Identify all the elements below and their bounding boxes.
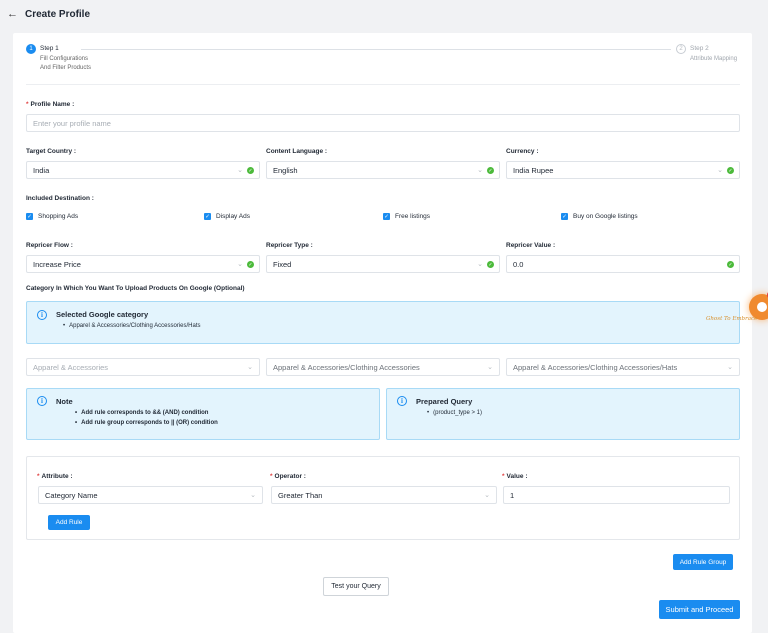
target-country-select[interactable]: India ⌄ ✓ bbox=[26, 161, 260, 179]
page-title: Create Profile bbox=[25, 8, 91, 20]
checkbox-checked-icon[interactable]: ✓ bbox=[204, 213, 211, 220]
info-icon: i bbox=[37, 310, 47, 320]
target-country-label: Target Country : bbox=[26, 148, 77, 155]
add-rule-button[interactable]: Add Rule bbox=[48, 515, 90, 530]
step-1-title: Step 1 bbox=[40, 45, 59, 52]
chevron-down-icon: ⌄ bbox=[484, 492, 490, 499]
destination-free-listings[interactable]: ✓ Free listings bbox=[383, 213, 430, 220]
back-arrow-icon[interactable]: ← bbox=[7, 8, 18, 20]
category-level-1-select[interactable]: Apparel & Accessories ⌄ bbox=[26, 358, 260, 376]
category-level-3-select[interactable]: Apparel & Accessories/Clothing Accessori… bbox=[506, 358, 740, 376]
check-circle-icon: ✓ bbox=[727, 261, 734, 268]
prepared-query-title: Prepared Query bbox=[416, 397, 473, 406]
submit-and-proceed-button[interactable]: Submit and Proceed bbox=[659, 600, 740, 619]
chevron-down-icon: ⌄ bbox=[237, 167, 243, 174]
step-2-desc: Attribute Mapping bbox=[690, 56, 738, 62]
selected-category-box: i Selected Google category Apparel & Acc… bbox=[26, 301, 740, 344]
repricer-type-label: Repricer Type : bbox=[266, 242, 313, 249]
chevron-down-icon: ⌄ bbox=[237, 261, 243, 268]
note-item-or: Add rule group corresponds to || (OR) co… bbox=[75, 420, 218, 426]
included-destination-label: Included Destination : bbox=[26, 195, 94, 202]
checkbox-checked-icon[interactable]: ✓ bbox=[26, 213, 33, 220]
category-level-2-select[interactable]: Apparel & Accessories/Clothing Accessori… bbox=[266, 358, 500, 376]
chevron-down-icon: ⌄ bbox=[487, 364, 493, 371]
currency-select[interactable]: India Rupee ⌄ ✓ bbox=[506, 161, 740, 179]
chevron-down-icon: ⌄ bbox=[727, 364, 733, 371]
chevron-down-icon: ⌄ bbox=[477, 261, 483, 268]
chevron-down-icon: ⌄ bbox=[250, 492, 256, 499]
content-language-label: Content Language : bbox=[266, 148, 328, 155]
note-item-and: Add rule corresponds to && (AND) conditi… bbox=[75, 410, 208, 416]
repricer-type-select[interactable]: Fixed ⌄ ✓ bbox=[266, 255, 500, 273]
repricer-flow-select[interactable]: Increase Price ⌄ ✓ bbox=[26, 255, 260, 273]
step-2-title: Step 2 bbox=[690, 45, 709, 52]
currency-label: Currency : bbox=[506, 148, 539, 155]
checkbox-checked-icon[interactable]: ✓ bbox=[561, 213, 568, 220]
repricer-value-label: Repricer Value : bbox=[506, 242, 556, 249]
operator-select[interactable]: Greater Than ⌄ bbox=[271, 486, 497, 504]
selected-category-title: Selected Google category bbox=[56, 310, 149, 319]
step-1-desc-line1: Fill Configurations bbox=[40, 56, 89, 62]
step-2-indicator: 2 bbox=[676, 44, 686, 54]
destination-buy-on-google[interactable]: ✓ Buy on Google listings bbox=[561, 213, 638, 220]
selected-category-item: Apparel & Accessories/Clothing Accessori… bbox=[63, 323, 200, 329]
attribute-select[interactable]: Category Name ⌄ bbox=[38, 486, 263, 504]
check-circle-icon: ✓ bbox=[247, 167, 254, 174]
stepper-line bbox=[81, 49, 671, 50]
info-icon: i bbox=[37, 396, 47, 406]
chevron-down-icon: ⌄ bbox=[717, 167, 723, 174]
repricer-value-input[interactable]: 0.0 ✓ bbox=[506, 255, 740, 273]
profile-name-placeholder: Enter your profile name bbox=[33, 118, 111, 128]
repricer-flow-label: Repricer Flow : bbox=[26, 242, 73, 249]
checkbox-checked-icon[interactable]: ✓ bbox=[383, 213, 390, 220]
profile-name-label: * Profile Name : bbox=[26, 101, 75, 108]
floating-assistant-widget[interactable]: 2 Ghost To Embrace bbox=[698, 284, 768, 328]
assistant-tagline: Ghost To Embrace bbox=[706, 316, 758, 322]
step-1-indicator: 1 bbox=[26, 44, 36, 54]
check-circle-icon: ✓ bbox=[247, 261, 254, 268]
create-profile-card: 1 Step 1 Fill Configurations And Filter … bbox=[13, 33, 752, 633]
content-language-select[interactable]: English ⌄ ✓ bbox=[266, 161, 500, 179]
value-label: * Value : bbox=[502, 473, 528, 480]
rule-group-box: * Attribute : Category Name ⌄ * Operator :… bbox=[26, 456, 740, 540]
test-query-button[interactable]: Test your Query bbox=[323, 577, 389, 596]
chevron-down-icon: ⌄ bbox=[477, 167, 483, 174]
profile-name-input[interactable]: Enter your profile name bbox=[26, 114, 740, 132]
destination-shopping-ads[interactable]: ✓ Shopping Ads bbox=[26, 213, 78, 220]
check-circle-icon: ✓ bbox=[727, 167, 734, 174]
category-section-title: Category In Which You Want To Upload Pro… bbox=[26, 285, 245, 292]
prepared-query-item: (product_type > 1) bbox=[427, 410, 482, 416]
note-box: i Note Add rule corresponds to && (AND) … bbox=[26, 388, 380, 440]
add-rule-group-button[interactable]: Add Rule Group bbox=[673, 554, 733, 570]
rule-value-input[interactable]: 1 bbox=[503, 486, 730, 504]
attribute-label: * Attribute : bbox=[37, 473, 73, 480]
destination-display-ads[interactable]: ✓ Display Ads bbox=[204, 213, 250, 220]
prepared-query-box: i Prepared Query (product_type > 1) bbox=[386, 388, 740, 440]
check-circle-icon: ✓ bbox=[487, 261, 494, 268]
info-icon: i bbox=[397, 396, 407, 406]
step-1-desc-line2: And Filter Products bbox=[40, 65, 92, 71]
stepper-divider bbox=[26, 84, 740, 85]
note-title: Note bbox=[56, 397, 73, 406]
chevron-down-icon: ⌄ bbox=[247, 364, 253, 371]
check-circle-icon: ✓ bbox=[487, 167, 494, 174]
top-bar: ← Create Profile bbox=[0, 0, 768, 28]
operator-label: * Operator : bbox=[270, 473, 306, 480]
